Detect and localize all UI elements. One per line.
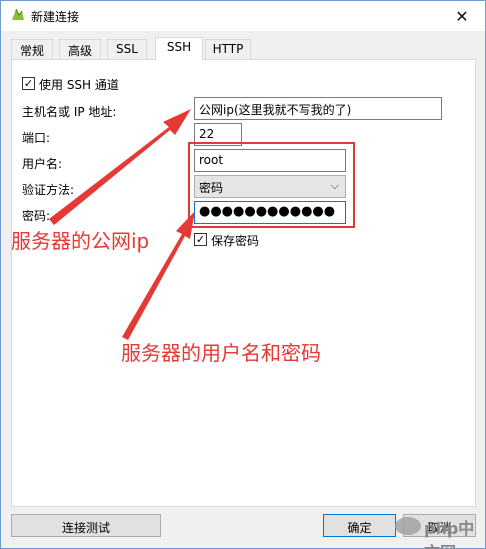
ok-button[interactable]: 确定 — [323, 514, 396, 537]
dialog-window: 新建连接 ✕ 常规 高级 SSL SSH HTTP ✓ 使用 SSH 通道 主机… — [0, 0, 486, 549]
annotation-server-ip: 服务器的公网ip — [11, 229, 150, 253]
watermark-text: php中文网 — [424, 519, 475, 549]
tab-ssh[interactable]: SSH — [155, 37, 203, 60]
annotation-user-pass: 服务器的用户名和密码 — [121, 341, 321, 365]
arrow-to-host — [49, 109, 191, 225]
watermark: php中文网 — [394, 509, 480, 549]
annotation-arrows — [49, 109, 195, 340]
php-logo-icon — [395, 517, 421, 535]
test-connection-button[interactable]: 连接测试 — [11, 514, 161, 537]
